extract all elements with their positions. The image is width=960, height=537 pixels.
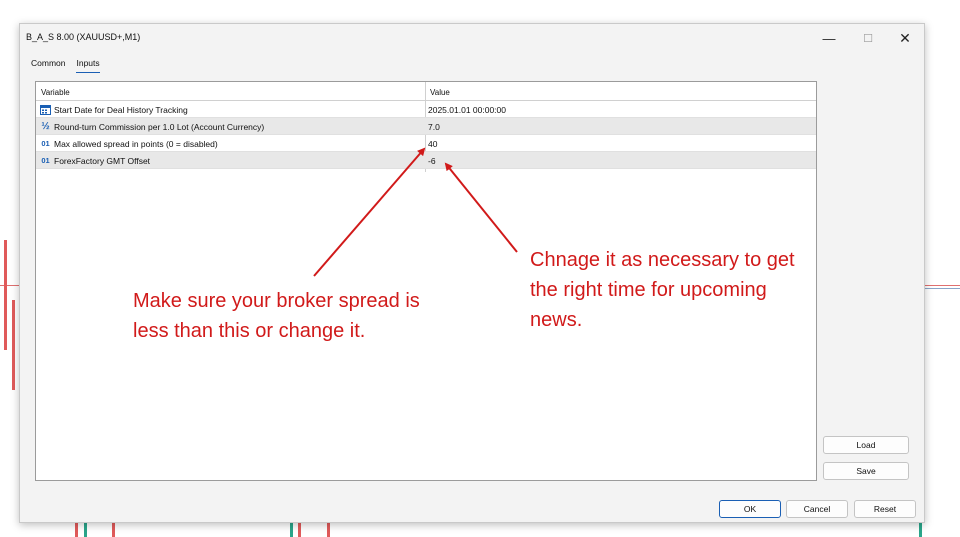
minimize-icon[interactable]: — bbox=[810, 24, 848, 52]
chart-price-line bbox=[0, 285, 19, 286]
chart-candle bbox=[919, 522, 922, 537]
annotation-spread-note: Make sure your broker spread is less tha… bbox=[133, 290, 420, 342]
table-header: Variable Value bbox=[36, 82, 816, 101]
table-row[interactable]: 01 Max allowed spread in points (0 = dis… bbox=[36, 135, 816, 152]
annotation-gmt-note: Chnage it as necessary to get the right … bbox=[530, 249, 795, 331]
variable-name: Max allowed spread in points (0 = disabl… bbox=[54, 139, 218, 149]
chart-candle bbox=[112, 522, 115, 537]
fraction-icon: ½ bbox=[41, 121, 50, 132]
chart-candle bbox=[298, 522, 301, 537]
chart-candle bbox=[327, 522, 330, 537]
save-button[interactable]: Save bbox=[823, 462, 909, 480]
variable-name: ForexFactory GMT Offset bbox=[54, 156, 151, 166]
variable-name: Start Date for Deal History Tracking bbox=[54, 105, 188, 115]
table-row[interactable]: 01 ForexFactory GMT Offset -6 bbox=[36, 152, 816, 169]
integer-icon: 01 bbox=[41, 156, 50, 165]
table-row[interactable]: Start Date for Deal History Tracking 202… bbox=[36, 101, 816, 118]
variable-value[interactable]: -6 bbox=[428, 156, 436, 166]
calendar-icon bbox=[40, 104, 51, 115]
tab-common[interactable]: Common bbox=[31, 58, 65, 72]
tab-inputs[interactable]: Inputs bbox=[76, 58, 100, 73]
close-icon[interactable]: ✕ bbox=[886, 24, 924, 52]
chart-candle bbox=[84, 522, 87, 537]
maximize-icon[interactable]: ☐ bbox=[849, 24, 887, 52]
chart-candle bbox=[290, 522, 293, 537]
load-button[interactable]: Load bbox=[823, 436, 909, 454]
chart-price-line bbox=[925, 288, 960, 289]
variable-value[interactable]: 40 bbox=[428, 139, 437, 149]
variable-value[interactable]: 2025.01.01 00:00:00 bbox=[428, 105, 506, 115]
column-header-value[interactable]: Value bbox=[430, 88, 450, 97]
variable-value[interactable]: 7.0 bbox=[428, 122, 440, 132]
column-header-variable[interactable]: Variable bbox=[41, 88, 70, 97]
window-title: B_A_S 8.00 (XAUUSD+,M1) bbox=[26, 32, 141, 42]
chart-candle bbox=[12, 300, 15, 390]
ok-button[interactable]: OK bbox=[719, 500, 781, 518]
table-row[interactable]: ½ Round-turn Commission per 1.0 Lot (Acc… bbox=[36, 118, 816, 135]
title-bar[interactable]: B_A_S 8.00 (XAUUSD+,M1) — ☐ ✕ bbox=[20, 24, 924, 52]
chart-candle bbox=[75, 522, 78, 537]
chart-price-line bbox=[925, 285, 960, 286]
reset-button[interactable]: Reset bbox=[854, 500, 916, 518]
tab-bar: Common Inputs bbox=[31, 58, 100, 73]
variable-name: Round-turn Commission per 1.0 Lot (Accou… bbox=[54, 122, 265, 132]
integer-icon: 01 bbox=[41, 139, 50, 148]
cancel-button[interactable]: Cancel bbox=[786, 500, 848, 518]
chart-candle bbox=[4, 240, 7, 350]
